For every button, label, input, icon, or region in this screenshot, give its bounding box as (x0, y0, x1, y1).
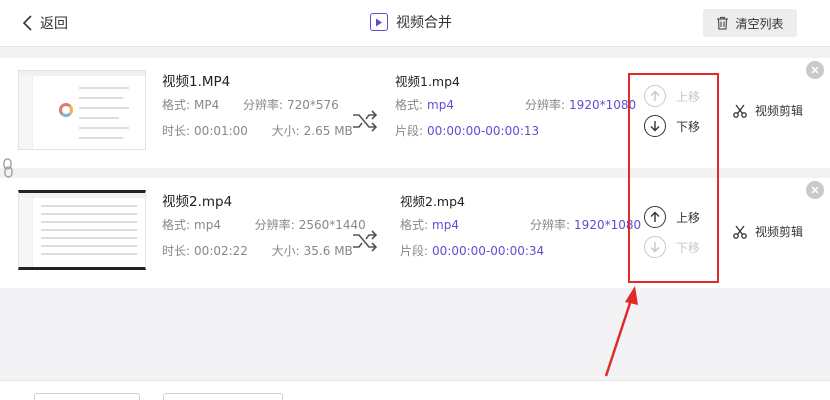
clear-list-button[interactable]: 清空列表 (703, 9, 797, 37)
back-label: 返回 (40, 16, 68, 32)
source-file-name: 视频2.mp4 (162, 194, 233, 210)
video-thumbnail (18, 190, 146, 270)
remove-item-button[interactable] (806, 61, 824, 79)
output-resolution-label: 分辨率: (530, 218, 571, 232)
video-edit-label: 视频剪辑 (755, 104, 804, 118)
output-format-label: 格式: (395, 98, 424, 112)
format-value: mp4 (194, 218, 221, 232)
resolution-value: 720*576 (286, 98, 339, 112)
output-format-value: mp4 (427, 98, 454, 112)
size-value: 2.65 MB (303, 124, 353, 138)
output-info: 视频2.mp4 格式: mp4 分辨率: 1920*1080 片段: 00:00:00… (400, 192, 641, 264)
scissors-icon (733, 104, 747, 118)
segment-label: 片段: (400, 244, 429, 258)
video-edit-button[interactable]: 视频剪辑 (733, 223, 803, 240)
source-duration-line: 时长: 00:01:00 大小: 2.65 MB (162, 118, 353, 144)
shuffle-icon (353, 110, 378, 132)
shuffle-icon (353, 230, 378, 252)
output-file-name: 视频2.mp4 (400, 194, 465, 209)
page-title-text: 视频合并 (396, 15, 452, 31)
annotation-highlight-box (628, 73, 719, 283)
segment-value: 00:00:00-00:00:34 (432, 244, 545, 258)
video-thumbnail (18, 70, 146, 150)
size-value: 35.6 MB (303, 244, 353, 258)
output-resolution-value: 1920*1080 (569, 98, 637, 112)
bottom-button[interactable] (163, 393, 283, 400)
bottom-button[interactable] (34, 393, 140, 400)
size-label: 大小: (271, 244, 300, 258)
size-label: 大小: (271, 124, 300, 138)
source-info: 视频1.MP4 格式: MP4 分辨率: 720*576 时长: 00:01:00 大… (162, 72, 353, 144)
remove-item-button[interactable] (806, 181, 824, 199)
bottom-bar (0, 380, 830, 400)
duration-value: 00:02:22 (194, 244, 248, 258)
output-format-value: mp4 (432, 218, 459, 232)
output-format-label: 格式: (400, 218, 429, 232)
close-icon (811, 66, 819, 74)
annotation-arrow-icon (604, 286, 638, 377)
output-info: 视频1.mp4 格式: mp4 分辨率: 1920*1080 片段: 00:00:00… (395, 72, 636, 144)
output-format-line: 格式: mp4 分辨率: 1920*1080 (395, 92, 636, 118)
top-bar: 返回 视频合并 清空列表 (0, 0, 830, 47)
output-file-name: 视频1.mp4 (395, 74, 460, 89)
source-info: 视频2.mp4 格式: mp4 分辨率: 2560*1440 时长: 00:02:22… (162, 192, 366, 264)
video-edit-label: 视频剪辑 (755, 225, 804, 239)
video-play-icon (370, 13, 388, 31)
scissors-icon (733, 225, 747, 239)
trash-icon (717, 16, 729, 30)
source-format-line: 格式: MP4 分辨率: 720*576 (162, 92, 353, 118)
source-format-line: 格式: mp4 分辨率: 2560*1440 (162, 212, 366, 238)
source-duration-line: 时长: 00:02:22 大小: 35.6 MB (162, 238, 366, 264)
segment-label: 片段: (395, 124, 424, 138)
format-label: 格式: (162, 218, 191, 232)
back-button[interactable]: 返回 (22, 13, 68, 33)
format-label: 格式: (162, 98, 191, 112)
app-logo-icon (59, 103, 73, 117)
output-format-line: 格式: mp4 分辨率: 1920*1080 (400, 212, 641, 238)
resolution-label: 分辨率: (254, 218, 295, 232)
duration-label: 时长: (162, 124, 191, 138)
clear-list-label: 清空列表 (735, 16, 784, 31)
output-segment-line: 片段: 00:00:00-00:00:13 (395, 118, 625, 144)
chevron-left-icon (22, 15, 32, 31)
source-file-name: 视频1.MP4 (162, 74, 231, 90)
page-title: 视频合并 (370, 12, 452, 32)
link-icon (3, 158, 13, 178)
duration-label: 时长: (162, 244, 191, 258)
output-resolution: 分辨率: 1920*1080 (525, 92, 636, 118)
resolution-label: 分辨率: (242, 98, 283, 112)
output-resolution-label: 分辨率: (525, 98, 566, 112)
output-resolution: 分辨率: 1920*1080 (530, 212, 641, 238)
output-segment-line: 片段: 00:00:00-00:00:34 (400, 238, 630, 264)
format-value: MP4 (194, 98, 220, 112)
segment-value: 00:00:00-00:00:13 (427, 124, 540, 138)
close-icon (811, 186, 819, 194)
duration-value: 00:01:00 (194, 124, 248, 138)
video-edit-button[interactable]: 视频剪辑 (733, 102, 803, 119)
